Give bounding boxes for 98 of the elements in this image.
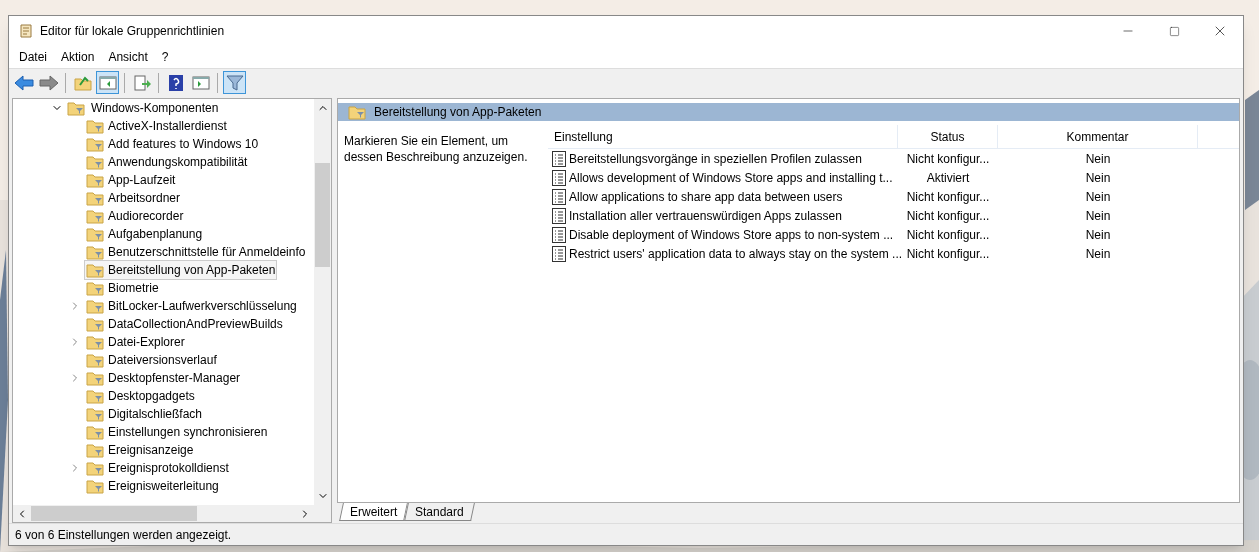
folder-icon bbox=[86, 370, 104, 386]
folder-icon bbox=[86, 172, 104, 188]
maximize-icon bbox=[1168, 25, 1180, 37]
folder-icon bbox=[86, 136, 104, 152]
folder-icon bbox=[86, 118, 104, 134]
setting-icon bbox=[552, 150, 566, 167]
description-text: Markieren Sie ein Element, um dessen Beschreibung anzuzeigen. bbox=[343, 133, 529, 166]
scrollbar-thumb[interactable] bbox=[315, 163, 330, 267]
folder-icon bbox=[86, 424, 104, 440]
view-tab[interactable]: Erweitert bbox=[339, 503, 409, 521]
filter-icon bbox=[225, 73, 244, 92]
folder-icon bbox=[67, 100, 85, 116]
folder-icon bbox=[86, 460, 104, 476]
tree-item[interactable]: Dateiversionsverlauf bbox=[84, 350, 219, 370]
table-cell: Nicht konfigur... bbox=[906, 246, 990, 261]
folder-icon bbox=[86, 316, 104, 332]
tree-item[interactable]: Desktopfenster-Manager bbox=[84, 368, 243, 388]
action-pane-icon bbox=[191, 74, 210, 91]
table-cell: Aktiviert bbox=[926, 170, 970, 185]
folder-icon bbox=[86, 190, 104, 206]
tree-item[interactable]: Biometrie bbox=[84, 278, 161, 298]
folder-icon bbox=[86, 154, 104, 170]
pane-title: Bereitstellung von App-Paketen bbox=[374, 104, 542, 121]
tree-item[interactable]: Arbeitsordner bbox=[84, 188, 183, 208]
folder-icon bbox=[86, 352, 104, 368]
tree-item[interactable]: Windows-Komponenten bbox=[89, 99, 221, 117]
tree-item[interactable]: Audiorecorder bbox=[84, 206, 186, 226]
tree-toggle-icon bbox=[98, 74, 117, 91]
folder-icon bbox=[86, 226, 104, 242]
folder-up-icon bbox=[73, 74, 92, 91]
view-tab[interactable]: Standard bbox=[404, 503, 475, 521]
scroll-icon bbox=[18, 23, 34, 39]
table-cell: Nicht konfigur... bbox=[906, 208, 990, 223]
folder-icon bbox=[86, 334, 104, 350]
setting-icon bbox=[552, 188, 566, 205]
tree-item[interactable]: BitLocker-Laufwerkverschlüsselung bbox=[84, 296, 299, 316]
filter-button[interactable] bbox=[223, 71, 246, 94]
table-cell-text: Allow applications to share app data between users bbox=[569, 188, 843, 206]
vertical-scrollbar[interactable] bbox=[314, 99, 331, 505]
tree-toggle-button[interactable] bbox=[96, 71, 119, 94]
table-cell: Nicht konfigur... bbox=[906, 189, 990, 204]
table-cell: Nein bbox=[1085, 227, 1111, 242]
table-cell: Nicht konfigur... bbox=[906, 227, 990, 242]
table-cell: Nein bbox=[1085, 246, 1111, 261]
tree-item[interactable]: Ereignisweiterleitung bbox=[84, 476, 221, 496]
menu-item[interactable]: Aktion bbox=[54, 46, 102, 68]
menu-item[interactable]: ? bbox=[154, 46, 176, 68]
tree-item[interactable]: Bereitstellung von App-Paketen bbox=[84, 260, 278, 280]
table-cell-text: Allows development of Windows Store apps and installing t... bbox=[569, 169, 893, 187]
setting-icon bbox=[552, 169, 566, 186]
tree-item[interactable]: Ereignisprotokolldienst bbox=[84, 458, 231, 478]
tree-item[interactable]: Anwendungskompatibilität bbox=[84, 152, 250, 172]
tree-item[interactable]: Digitalschließfach bbox=[84, 404, 205, 424]
window-title: Editor für lokale Gruppenrichtlinien bbox=[40, 23, 225, 40]
tree-item[interactable]: DataCollectionAndPreviewBuilds bbox=[84, 314, 285, 334]
table-cell: Nein bbox=[1085, 208, 1111, 223]
menu-item[interactable]: Ansicht bbox=[101, 46, 155, 68]
table-cell: Nein bbox=[1085, 151, 1111, 166]
table-cell: Nein bbox=[1085, 170, 1111, 185]
export-list-icon bbox=[132, 74, 151, 91]
status-text: 6 von 6 Einstellungen werden angezeigt. bbox=[15, 526, 232, 544]
tree-item[interactable]: ActiveX-Installerdienst bbox=[84, 116, 229, 136]
setting-icon bbox=[552, 245, 566, 262]
folder-icon bbox=[86, 442, 104, 458]
setting-icon bbox=[552, 226, 566, 243]
help-icon bbox=[167, 73, 184, 92]
folder-icon bbox=[86, 298, 104, 314]
column-header[interactable]: Einstellung bbox=[548, 125, 898, 148]
tree-item[interactable]: Desktopgadgets bbox=[84, 386, 197, 406]
menu-item[interactable]: Datei bbox=[12, 46, 54, 68]
back-arrow-icon bbox=[13, 74, 34, 91]
table-cell-text: Restrict users' application data to always stay on the system ... bbox=[569, 245, 903, 263]
table-cell-text: Bereitstellungsvorgänge in speziellen Profilen zulassen bbox=[569, 150, 862, 168]
tree-item[interactable]: Datei-Explorer bbox=[84, 332, 187, 352]
column-header[interactable]: Status bbox=[898, 125, 998, 148]
folder-icon bbox=[86, 388, 104, 404]
table-cell-text: Installation aller vertrauenswürdigen Apps zulassen bbox=[569, 207, 842, 225]
folder-icon bbox=[86, 208, 104, 224]
setting-icon bbox=[552, 207, 566, 224]
tree-item[interactable]: Add features to Windows 10 bbox=[84, 134, 261, 154]
tree-item[interactable]: Einstellungen synchronisieren bbox=[84, 422, 270, 442]
folder-icon bbox=[86, 244, 104, 260]
tree-item[interactable]: Ereignisanzeige bbox=[84, 440, 196, 460]
tree-item[interactable]: App-Laufzeit bbox=[84, 170, 178, 190]
folder-icon bbox=[86, 406, 104, 422]
folder-icon bbox=[86, 280, 104, 296]
folder-icon bbox=[86, 262, 104, 278]
table-cell: Nicht konfigur... bbox=[906, 151, 990, 166]
horizontal-scrollbar[interactable] bbox=[13, 505, 331, 522]
tree-item[interactable]: Aufgabenplanung bbox=[84, 224, 205, 244]
scrollbar-thumb[interactable] bbox=[31, 506, 197, 521]
column-header[interactable]: Kommentar bbox=[998, 125, 1198, 148]
tree-item[interactable]: Benutzerschnittstelle für Anmeldeinfo bbox=[84, 242, 308, 262]
forward-arrow-icon bbox=[38, 74, 59, 91]
folder-icon bbox=[348, 104, 366, 120]
table-cell-text: Disable deployment of Windows Store apps to non-system ... bbox=[569, 226, 894, 244]
table-cell: Nein bbox=[1085, 189, 1111, 204]
folder-icon bbox=[86, 478, 104, 494]
